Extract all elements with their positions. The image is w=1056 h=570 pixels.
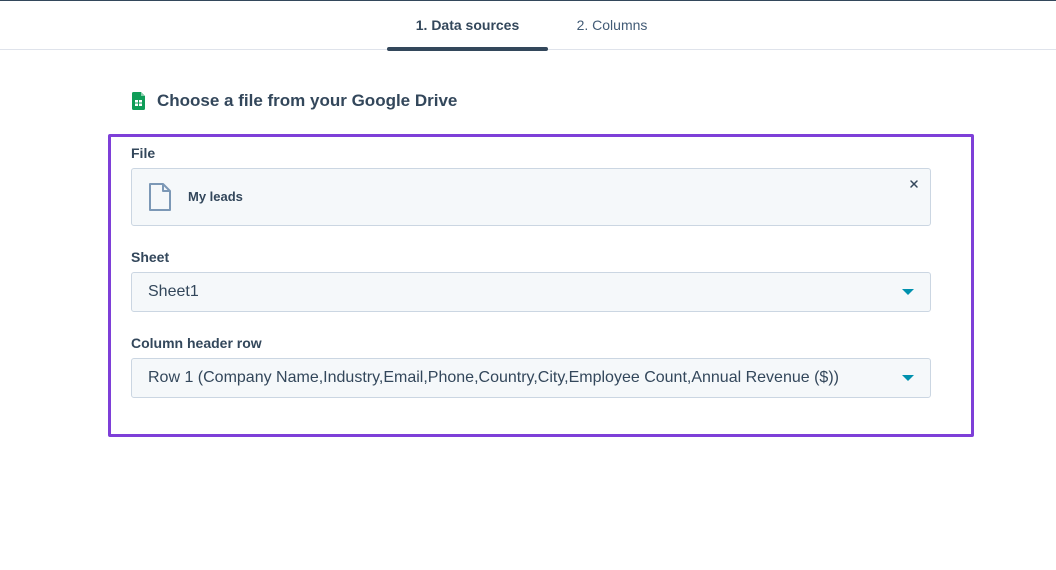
sheet-label: Sheet: [131, 249, 170, 265]
caret-down-icon: [902, 289, 914, 295]
tab-data-sources[interactable]: 1. Data sources: [387, 1, 548, 51]
google-sheets-icon: [132, 92, 145, 110]
document-icon: [149, 183, 171, 211]
page-title: Choose a file from your Google Drive: [157, 91, 458, 110]
sheet-select-value: Sheet1: [148, 283, 199, 300]
caret-down-icon: [902, 375, 914, 381]
file-label: File: [131, 145, 156, 161]
selected-file-card: My leads: [131, 168, 931, 226]
file-name: My leads: [188, 189, 243, 204]
column-header-row-value: Row 1 (Company Name,Industry,Email,Phone…: [148, 369, 839, 386]
close-icon[interactable]: [908, 178, 920, 190]
tab-columns[interactable]: 2. Columns: [560, 1, 664, 49]
column-header-row-label: Column header row: [131, 335, 262, 351]
column-header-row-select[interactable]: Row 1 (Company Name,Industry,Email,Phone…: [131, 358, 931, 398]
wizard-tabs: 1. Data sources 2. Columns: [0, 1, 1056, 51]
sheet-select[interactable]: Sheet1: [131, 272, 931, 312]
section-heading: Choose a file from your Google Drive: [132, 89, 457, 113]
